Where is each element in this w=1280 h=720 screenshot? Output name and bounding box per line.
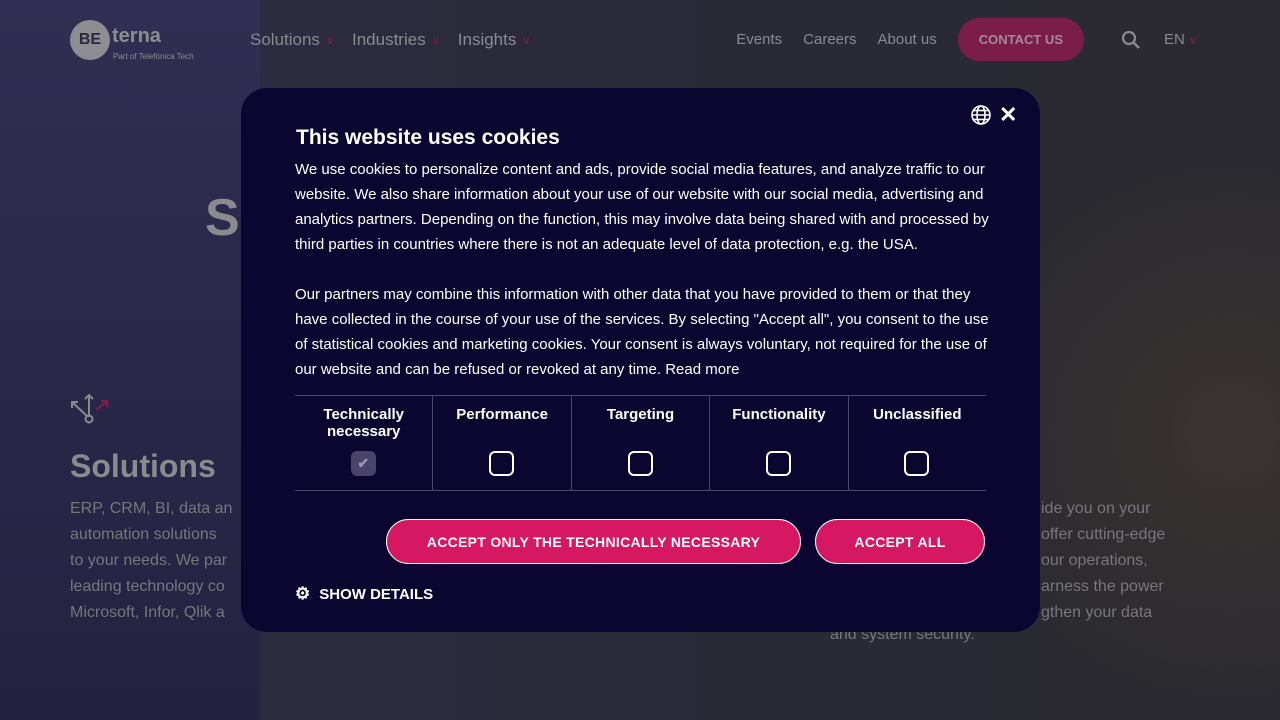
text-line: ERP, CRM, BI, data an: [70, 500, 233, 517]
chevron-down-icon: ∨: [431, 34, 440, 47]
gear-icon: ⚙: [295, 584, 311, 603]
category-targeting: Targeting: [572, 396, 711, 490]
globe-icon[interactable]: [970, 104, 992, 126]
text-line: leading technology co: [70, 578, 225, 595]
text-line: Microsoft, Infor, Qlik a: [70, 604, 225, 621]
solutions-text: ERP, CRM, BI, data an automation solutio…: [70, 496, 232, 626]
category-label: Unclassified: [873, 406, 962, 423]
link-careers[interactable]: Careers: [803, 31, 856, 48]
cookie-categories: Technically necessary ✔ Performance Targe…: [295, 395, 986, 491]
checkbox-targeting[interactable]: [627, 451, 653, 476]
solutions-icon: [71, 393, 108, 424]
nav-label: Insights: [457, 30, 517, 49]
category-unclassified: Unclassified: [849, 396, 986, 490]
category-label: Functionality: [732, 406, 826, 423]
accept-all-button[interactable]: ACCEPT ALL: [815, 519, 985, 564]
nav-insights[interactable]: Insights ∨: [458, 30, 531, 50]
category-label: Performance: [456, 406, 548, 423]
read-more-link[interactable]: Read more: [665, 361, 739, 378]
cookie-consent-dialog: ✕ This website uses cookies We use cooki…: [241, 88, 1040, 632]
accept-necessary-button[interactable]: ACCEPT ONLY THE TECHNICALLY NECESSARY: [386, 519, 801, 564]
nav-solutions[interactable]: Solutions ∨: [250, 30, 334, 50]
main-nav: Solutions ∨ Industries ∨ Insights ∨: [250, 30, 530, 50]
category-technically-necessary: Technically necessary ✔: [295, 396, 434, 490]
checkbox-technically-necessary[interactable]: ✔: [350, 451, 376, 476]
logo-mark: BE: [70, 20, 110, 60]
right-column-text: ide you on your offer cutting-edge our o…: [1041, 496, 1165, 626]
text-line: ide you on your: [1041, 500, 1151, 517]
nav-label: Solutions: [250, 30, 320, 49]
chevron-down-icon: ∨: [522, 34, 531, 47]
text-line: offer cutting-edge: [1041, 526, 1166, 543]
checkbox-performance[interactable]: [489, 451, 515, 476]
checkbox-functionality[interactable]: [765, 451, 791, 476]
cookie-title: This website uses cookies: [296, 126, 560, 149]
show-details-label: SHOW DETAILS: [319, 585, 434, 603]
contact-us-button[interactable]: CONTACT US: [957, 18, 1084, 61]
language-selector[interactable]: EN ∨: [1164, 31, 1197, 48]
solutions-heading: Solutions: [70, 448, 216, 484]
link-about-us[interactable]: About us: [878, 31, 937, 48]
cookie-paragraph-2: Our partners may combine this informatio…: [295, 282, 995, 382]
text-line: gthen your data: [1041, 604, 1153, 621]
logo[interactable]: BE terna Part of Telefónica Tech: [70, 20, 194, 61]
logo-subtitle: Part of Telefónica Tech: [113, 52, 194, 61]
secondary-nav: Events Careers About us CONTACT US: [736, 18, 1084, 61]
close-icon[interactable]: ✕: [999, 102, 1017, 128]
cookie-paragraph-text: Our partners may combine this informatio…: [295, 286, 989, 378]
cookie-description: We use cookies to personalize content an…: [295, 157, 995, 382]
nav-label: Industries: [352, 30, 426, 49]
show-details-button[interactable]: ⚙ SHOW DETAILS: [295, 584, 433, 604]
text-line: to your needs. We par: [70, 552, 228, 569]
site-header: BE terna Part of Telefónica Tech Solutio…: [0, 0, 1280, 80]
text-line: our operations,: [1041, 552, 1148, 569]
language-label: EN: [1164, 31, 1185, 48]
category-label: Technically necessary: [323, 406, 404, 440]
cookie-paragraph: We use cookies to personalize content an…: [295, 161, 989, 253]
logo-word: terna: [112, 24, 161, 47]
chevron-down-icon: ∨: [325, 34, 334, 47]
category-performance: Performance: [433, 396, 572, 490]
text-line: arness the power: [1041, 578, 1164, 595]
text-line: automation solutions: [70, 526, 217, 543]
link-events[interactable]: Events: [736, 31, 782, 48]
nav-industries[interactable]: Industries ∨: [352, 30, 440, 50]
checkbox-unclassified[interactable]: [904, 451, 930, 476]
search-icon[interactable]: [1121, 30, 1141, 50]
chevron-down-icon: ∨: [1189, 35, 1198, 47]
category-label: Targeting: [606, 406, 675, 423]
category-functionality: Functionality: [710, 396, 849, 490]
